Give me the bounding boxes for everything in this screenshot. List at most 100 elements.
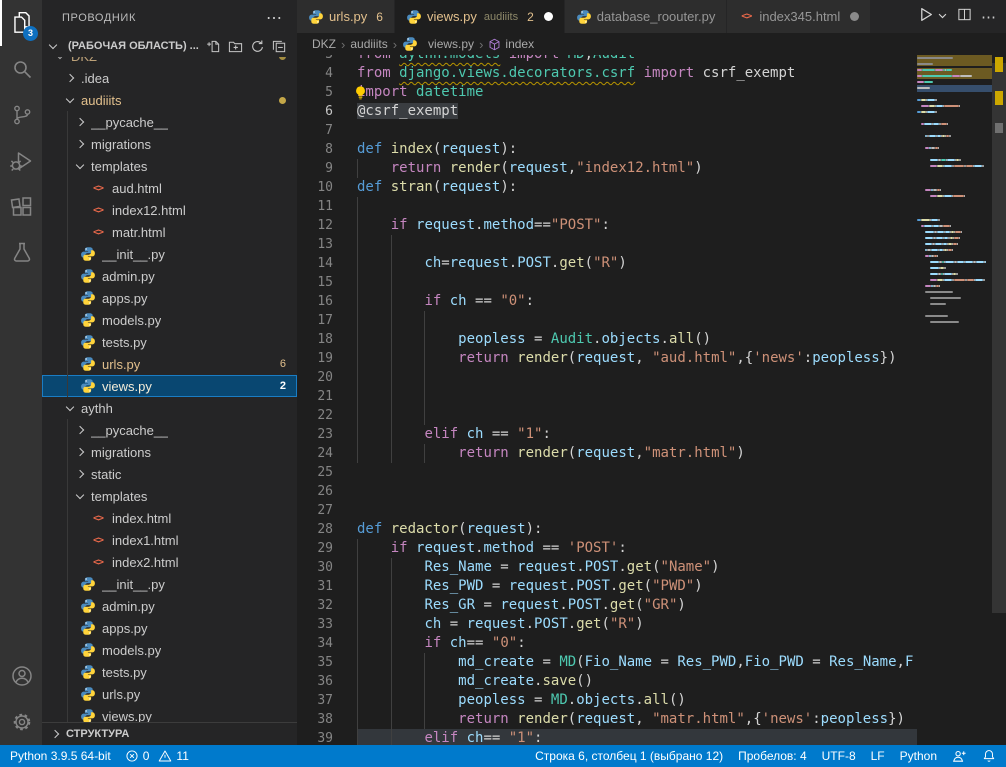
- code-line-27[interactable]: 27: [297, 501, 917, 520]
- line-content[interactable]: ch=request.POST.get("R"): [357, 254, 917, 273]
- tree-item-__pycache__[interactable]: __pycache__: [42, 419, 297, 441]
- line-content[interactable]: return render(request, "aud.html",{'news…: [357, 349, 917, 368]
- line-content[interactable]: [357, 463, 917, 482]
- code-line-18[interactable]: 18 peopless = Audit.objects.all(): [297, 330, 917, 349]
- search-icon[interactable]: [0, 46, 42, 92]
- collapse-all-icon[interactable]: [272, 39, 287, 54]
- line-content[interactable]: Res_GR = request.POST.get("GR"): [357, 596, 917, 615]
- run-and-debug-icon[interactable]: [0, 138, 42, 184]
- line-content[interactable]: import datetime: [357, 83, 917, 102]
- line-content[interactable]: return render(request,"matr.html"): [357, 444, 917, 463]
- line-content[interactable]: ch = request.POST.get("R"): [357, 615, 917, 634]
- line-content[interactable]: Res_Name = request.POST.get("Name"): [357, 558, 917, 577]
- code-line-12[interactable]: 12 if request.method=="POST":: [297, 216, 917, 235]
- code-line-13[interactable]: 13: [297, 235, 917, 254]
- tab-views.py[interactable]: views.pyaudiiits2: [395, 0, 564, 33]
- tree-item-apps.py[interactable]: apps.py: [42, 617, 297, 639]
- line-content[interactable]: def index(request):: [357, 140, 917, 159]
- breadcrumb-item-views.py[interactable]: views.py: [402, 36, 474, 52]
- line-content[interactable]: if request.method == 'POST':: [357, 539, 917, 558]
- tree-item-index2.html[interactable]: <>index2.html: [42, 551, 297, 573]
- code-line-8[interactable]: 8def index(request):: [297, 140, 917, 159]
- tree-item-templates[interactable]: templates: [42, 485, 297, 507]
- tree-item-aud.html[interactable]: <>aud.html: [42, 177, 297, 199]
- line-content[interactable]: [357, 501, 917, 520]
- status-cursor-position[interactable]: Строка 6, столбец 1 (выбрано 12): [535, 749, 723, 763]
- tree-item-index1.html[interactable]: <>index1.html: [42, 529, 297, 551]
- unsaved-dot[interactable]: [544, 12, 553, 21]
- tree-item-admin.py[interactable]: admin.py: [42, 595, 297, 617]
- tree-item-static[interactable]: static: [42, 463, 297, 485]
- tree-item-audiiits[interactable]: audiiits: [42, 89, 297, 111]
- line-content[interactable]: from aythh.models import MD,Audit: [357, 55, 917, 64]
- code-line-32[interactable]: 32 Res_GR = request.POST.get("GR"): [297, 596, 917, 615]
- tree-item-__init__.py[interactable]: __init__.py: [42, 573, 297, 595]
- code-line-15[interactable]: 15: [297, 273, 917, 292]
- line-content[interactable]: [357, 197, 917, 216]
- tree-item-index.html[interactable]: <>index.html: [42, 507, 297, 529]
- code-line-29[interactable]: 29 if request.method == 'POST':: [297, 539, 917, 558]
- tree-item-models.py[interactable]: models.py: [42, 639, 297, 661]
- line-content[interactable]: if ch== "0":: [357, 634, 917, 653]
- tree-item-views.py[interactable]: views.py2: [42, 375, 297, 397]
- overview-ruler-scrollbar[interactable]: [992, 55, 1006, 745]
- breadcrumb-item-audiiits[interactable]: audiiits: [350, 37, 387, 51]
- status-encoding[interactable]: UTF-8: [822, 749, 856, 763]
- new-file-icon[interactable]: [206, 39, 221, 54]
- tree-item-__init__.py[interactable]: __init__.py: [42, 243, 297, 265]
- run-icon[interactable]: [917, 6, 934, 28]
- tab-urls.py[interactable]: urls.py6: [297, 0, 394, 33]
- line-content[interactable]: return render(request, "matr.html",{'new…: [357, 710, 917, 729]
- line-content[interactable]: Res_PWD = request.POST.get("PWD"): [357, 577, 917, 596]
- explorer-icon[interactable]: 3: [0, 0, 42, 46]
- scrollbar-thumb[interactable]: [992, 63, 1006, 613]
- tree-item-views.py[interactable]: views.py: [42, 705, 297, 722]
- breadcrumb-item-DKZ[interactable]: DKZ: [312, 37, 336, 51]
- code-line-19[interactable]: 19 return render(request, "aud.html",{'n…: [297, 349, 917, 368]
- unsaved-dot[interactable]: [850, 12, 859, 21]
- minimap[interactable]: [917, 55, 992, 745]
- code-line-6[interactable]: 6@csrf_exempt: [297, 102, 917, 121]
- code-line-30[interactable]: 30 Res_Name = request.POST.get("Name"): [297, 558, 917, 577]
- code-line-4[interactable]: 4from django.views.decorators.csrf impor…: [297, 64, 917, 83]
- tree-item-urls.py[interactable]: urls.py: [42, 683, 297, 705]
- code-line-21[interactable]: 21: [297, 387, 917, 406]
- line-content[interactable]: from django.views.decorators.csrf import…: [357, 64, 917, 83]
- line-content[interactable]: if request.method=="POST":: [357, 216, 917, 235]
- line-content[interactable]: def redactor(request):: [357, 520, 917, 539]
- code-line-3[interactable]: 3from aythh.models import MD,Audit: [297, 55, 917, 64]
- code-line-7[interactable]: 7: [297, 121, 917, 140]
- code-editor[interactable]: 3from aythh.models import MD,Audit4from …: [297, 55, 1006, 745]
- line-content[interactable]: [357, 311, 917, 330]
- more-icon[interactable]: ⋯: [981, 8, 997, 26]
- tab-database_roouter.py[interactable]: database_roouter.py: [565, 0, 727, 33]
- tree-item-models.py[interactable]: models.py: [42, 309, 297, 331]
- line-content[interactable]: md_create = MD(Fio_Name = Res_PWD,Fio_PW…: [357, 653, 917, 672]
- source-control-icon[interactable]: [0, 92, 42, 138]
- code-line-16[interactable]: 16 if ch == "0":: [297, 292, 917, 311]
- code-line-10[interactable]: 10def stran(request):: [297, 178, 917, 197]
- line-content[interactable]: if ch == "0":: [357, 292, 917, 311]
- account-icon[interactable]: [0, 653, 42, 699]
- breadcrumb-item-index[interactable]: index: [488, 37, 534, 51]
- line-content[interactable]: [357, 273, 917, 292]
- code-line-25[interactable]: 25: [297, 463, 917, 482]
- line-content[interactable]: def stran(request):: [357, 178, 917, 197]
- line-content[interactable]: return render(request,"index12.html"): [357, 159, 917, 178]
- code-line-24[interactable]: 24 return render(request,"matr.html"): [297, 444, 917, 463]
- line-content[interactable]: peopless = Audit.objects.all(): [357, 330, 917, 349]
- status-feedback[interactable]: [952, 749, 967, 764]
- split-editor-icon[interactable]: [957, 7, 972, 27]
- status-eol[interactable]: LF: [871, 749, 885, 763]
- line-content[interactable]: [357, 387, 917, 406]
- line-content[interactable]: md_create.save(): [357, 672, 917, 691]
- line-content[interactable]: elif ch== "1":: [357, 729, 917, 745]
- workspace-section-header[interactable]: (РАБОЧАЯ ОБЛАСТЬ) ...: [42, 35, 297, 57]
- status-python-interpreter[interactable]: Python 3.9.5 64-bit: [10, 749, 111, 763]
- run-dropdown-icon[interactable]: [937, 8, 948, 26]
- tree-item-DKZ[interactable]: DKZ: [42, 57, 297, 67]
- code-line-17[interactable]: 17: [297, 311, 917, 330]
- tree-item-migrations[interactable]: migrations: [42, 441, 297, 463]
- tree-item-index12.html[interactable]: <>index12.html: [42, 199, 297, 221]
- tree-item-aythh[interactable]: aythh: [42, 397, 297, 419]
